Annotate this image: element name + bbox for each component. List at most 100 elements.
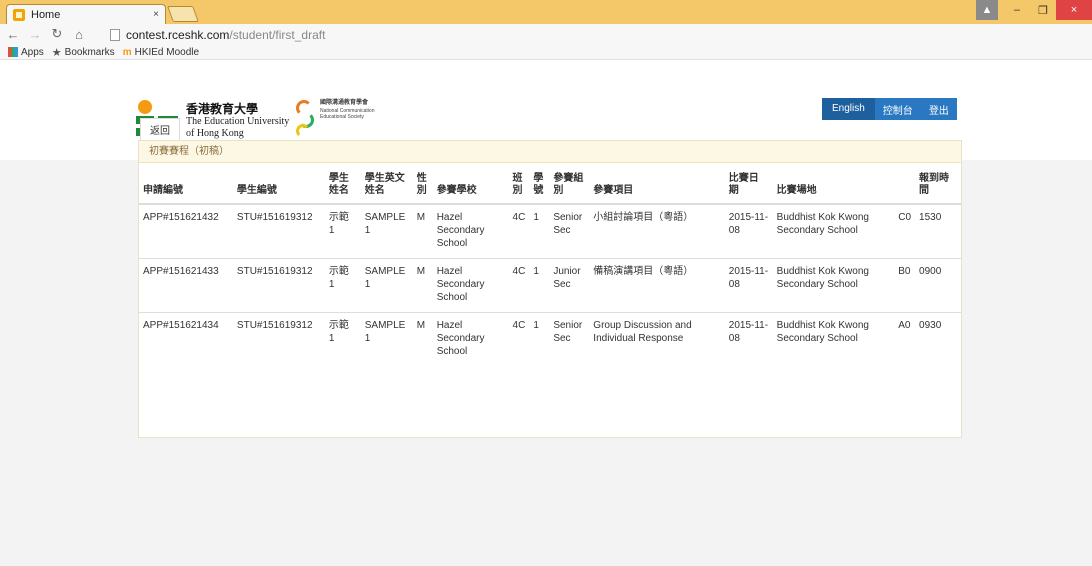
table-row: APP#151621434 STU#151619312 示範 1 SAMPLE 1MH… xyxy=(139,312,961,366)
cell-gender: M xyxy=(416,212,426,223)
cell-venue: Buddhist Kok Kwong Secondary School xyxy=(772,258,895,313)
home-icon[interactable]: ⌂ xyxy=(70,27,88,42)
cell-class: 4C xyxy=(508,312,530,366)
forward-arrow-icon[interactable]: → xyxy=(26,27,44,42)
cell-event: Group Discussion and Individual Response xyxy=(589,312,725,366)
cell-date: 2015-11-08 xyxy=(728,212,769,236)
new-tab-button[interactable] xyxy=(167,6,199,22)
user-profile-icon[interactable]: ▲ xyxy=(976,0,998,20)
society-english-line2: Educational Society xyxy=(320,114,364,121)
cell-date: 2015-11-08 xyxy=(724,258,773,313)
column-header-gender: 性別 xyxy=(412,171,433,205)
cell-report-time: 0900 xyxy=(915,258,961,313)
table-row: APP#151621433 STU#151619312 示範 1 SAMPLE 1MH… xyxy=(139,258,961,313)
logo-english-line1: The Education University xyxy=(186,116,290,128)
cell-student-id: STU#151619312 xyxy=(236,212,313,223)
bookmark-hkied-moodle[interactable]: m HKIEd Moodle xyxy=(123,47,199,58)
cell-student-english-name: SAMPLE 1 xyxy=(360,258,413,313)
column-header-event: 參賽項目 xyxy=(589,171,725,205)
cell-school: Hazel Secondary School xyxy=(432,258,509,313)
browser-toolbar: ← → ↻ ⌂ contest.rceshk.com /student/firs… xyxy=(0,24,1092,60)
url-host: contest.rceshk.com xyxy=(126,28,230,42)
star-icon: ★ xyxy=(51,46,62,59)
back-button[interactable]: 返回 xyxy=(140,118,180,140)
cell-venue-code: B0 xyxy=(894,258,916,313)
column-header-student-name: 學生姓名 xyxy=(324,171,361,205)
column-header-venue-code xyxy=(894,171,916,205)
language-english-link[interactable]: English xyxy=(822,98,875,120)
address-bar[interactable]: contest.rceshk.com /student/first_draft xyxy=(110,26,1090,44)
schedule-table: 申請編號 學生編號 學生姓名 學生英文姓名 性別 參賽學校 班別 學號 參賽組別 參賽項目 比賽日期… xyxy=(139,171,961,366)
column-header-class: 班別 xyxy=(508,171,530,205)
column-header-division: 參賽組別 xyxy=(549,171,590,205)
cell-venue-code: A0 xyxy=(894,312,916,366)
window-controls: ▲ – ❐ × xyxy=(976,0,1092,20)
cell-gender: M xyxy=(412,312,433,366)
bookmarks-bar: Apps ★ Bookmarks m HKIEd Moodle xyxy=(0,44,1092,60)
table-header-row: 申請編號 學生編號 學生姓名 學生英文姓名 性別 參賽學校 班別 學號 參賽組別 參賽項目 比賽日期… xyxy=(139,171,961,205)
column-header-student-english-name: 學生英文姓名 xyxy=(360,171,413,205)
cell-date: 2015-11-08 xyxy=(724,312,773,366)
moodle-icon: m xyxy=(122,46,132,58)
logo-english-line2: of Hong Kong xyxy=(186,127,244,139)
schedule-panel: 初賽賽程（初稿） 申請編號 學生編號 學生姓名 學生英文姓名 性別 參賽學校 班別 學號 參賽組… xyxy=(138,140,962,438)
cell-student-number: 1 xyxy=(533,212,539,223)
society-chinese-name: 國際溝通教育學會 xyxy=(320,100,369,106)
cell-student-id: STU#151619312 xyxy=(232,312,325,366)
minimize-button[interactable]: – xyxy=(1004,0,1030,20)
cell-student-english-name: SAMPLE 1 xyxy=(364,212,406,236)
cell-event: 備稿演講項目（粵語） xyxy=(589,258,725,313)
cell-school: Hazel Secondary School xyxy=(432,312,509,366)
cell-class: 4C xyxy=(512,212,526,223)
cell-student-number: 1 xyxy=(529,312,550,366)
cell-gender: M xyxy=(412,258,433,313)
logout-link[interactable]: 登出 xyxy=(921,102,957,117)
bookmark-label: HKIEd Moodle xyxy=(134,46,200,58)
cell-venue: Buddhist Kok Kwong Secondary School xyxy=(776,212,869,236)
logo-chinese-name: 香港教育大學 xyxy=(186,101,259,116)
cell-application-id: APP#151621433 xyxy=(139,258,233,313)
cell-student-id: STU#151619312 xyxy=(232,258,325,313)
cell-venue: Buddhist Kok Kwong Secondary School xyxy=(772,312,895,366)
column-header-date: 比賽日期 xyxy=(724,171,773,205)
cell-student-name: 示範 1 xyxy=(324,258,361,313)
bookmark-bookmarks[interactable]: ★ Bookmarks xyxy=(52,46,115,59)
cell-application-id: APP#151621432 xyxy=(143,212,219,223)
console-link[interactable]: 控制台 xyxy=(875,102,921,117)
cell-student-name: 示範 1 xyxy=(328,212,349,236)
table-body: APP#151621432 STU#151619312 示範 1 SAMPLE 1MH… xyxy=(139,204,961,366)
back-arrow-icon[interactable]: ← xyxy=(4,27,22,42)
column-header-report-time: 報到時間 xyxy=(915,171,961,205)
cell-class: 4C xyxy=(508,258,530,313)
close-window-button[interactable]: × xyxy=(1056,0,1092,20)
tab-close-icon[interactable]: × xyxy=(153,9,159,20)
restore-button[interactable]: ❐ xyxy=(1030,0,1056,20)
cell-division: Senior Sec xyxy=(553,212,583,236)
column-header-student-number: 學號 xyxy=(529,171,550,205)
tab-title: Home xyxy=(31,8,61,21)
cell-report-time: 0930 xyxy=(915,312,961,366)
apps-grid-icon xyxy=(8,47,18,57)
cell-division: Senior Sec xyxy=(549,312,590,366)
column-header-student-id: 學生編號 xyxy=(232,171,325,205)
cell-venue-code: C0 xyxy=(898,212,912,223)
cell-division: Junior Sec xyxy=(549,258,590,313)
column-header-application-id: 申請編號 xyxy=(139,171,233,205)
cell-event: 小組討論項目（粵語） xyxy=(593,212,694,223)
table-row: APP#151621432 STU#151619312 示範 1 SAMPLE 1 MH… xyxy=(139,204,961,259)
cell-report-time: 1530 xyxy=(919,212,942,223)
column-header-venue: 比賽場地 xyxy=(772,171,895,205)
cell-student-english-name: SAMPLE 1 xyxy=(360,312,413,366)
bookmark-apps[interactable]: Apps xyxy=(8,47,44,58)
cell-application-id: APP#151621434 xyxy=(139,312,233,366)
panel-title: 初賽賽程（初稿） xyxy=(139,141,961,163)
bookmark-label: Apps xyxy=(21,46,44,58)
reload-icon[interactable]: ↻ xyxy=(48,26,66,42)
column-header-school: 參賽學校 xyxy=(432,171,509,205)
society-logo-mark-icon xyxy=(296,100,316,140)
browser-tab-home[interactable]: Home × xyxy=(6,4,166,24)
url-path: /student/first_draft xyxy=(229,28,326,42)
society-logo: 國際溝通教育學會 National Communication Educatio… xyxy=(296,100,374,140)
top-navigation: English 控制台 登出 xyxy=(822,98,957,120)
cell-school: Hazel Secondary School xyxy=(436,212,485,249)
